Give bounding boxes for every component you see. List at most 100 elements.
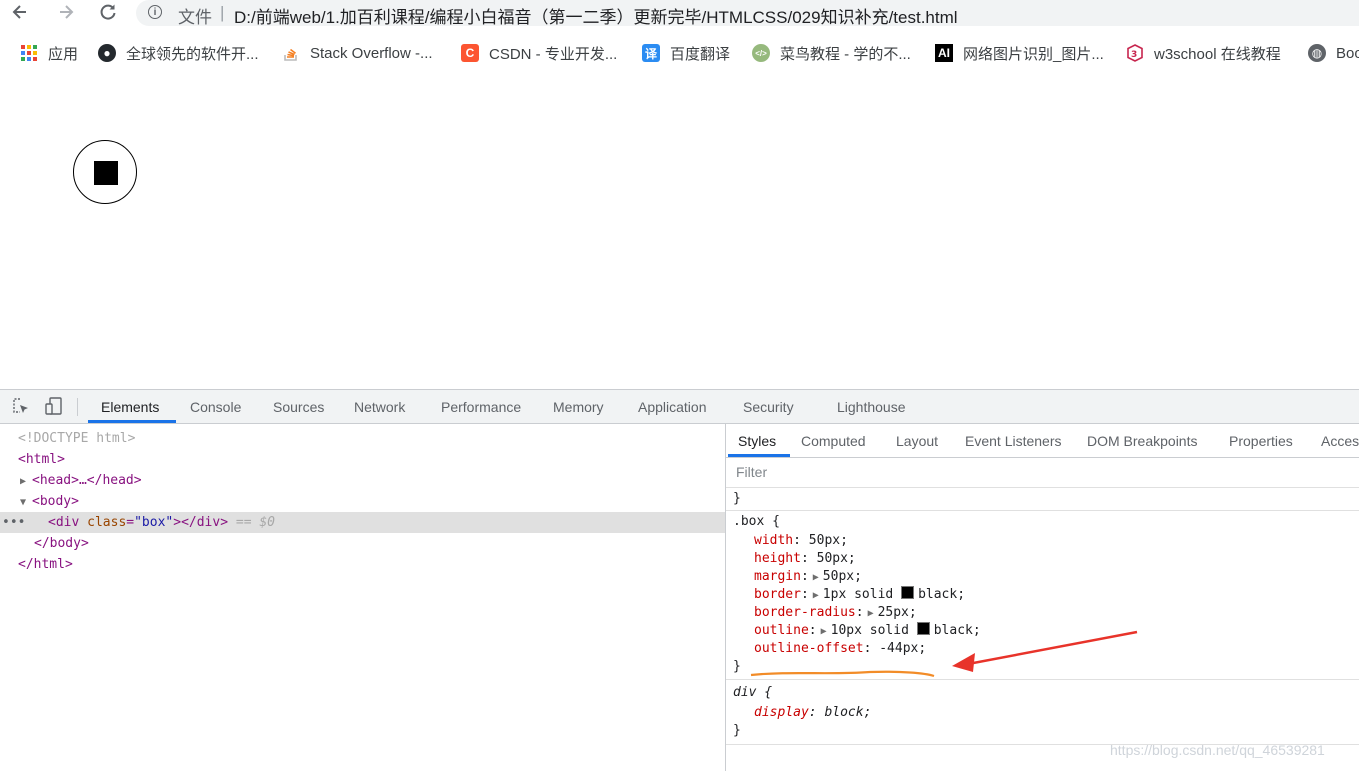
device-toggle-icon[interactable]: [45, 397, 63, 415]
expand-triangle-icon[interactable]: ▶: [817, 623, 831, 641]
arrow-left-icon[interactable]: [8, 2, 32, 24]
body-close-tag: </body>: [34, 536, 89, 551]
doctype-text: <!DOCTYPE html>: [18, 431, 136, 446]
css-prop-margin[interactable]: margin: ▶ 50px;: [754, 568, 862, 586]
html-close-tag: </html>: [18, 557, 73, 572]
expand-triangle-icon[interactable]: ▶: [0, 471, 32, 492]
box-rule-close: }: [733, 659, 741, 674]
css-prop-display[interactable]: display: block;: [754, 704, 871, 722]
elements-tree: <!DOCTYPE html> <html> ▶ <head>…</head> ▼…: [0, 424, 725, 771]
color-swatch[interactable]: [916, 622, 930, 635]
css-prop-border-radius[interactable]: border-radius: ▶ 25px;: [754, 604, 917, 622]
toolbar-divider: [77, 398, 78, 416]
tab-memory[interactable]: Memory: [553, 390, 604, 423]
css-prop-outline-offset[interactable]: outline-offset: -44px;: [754, 640, 926, 658]
bookmark-label: 百度翻译: [670, 45, 731, 63]
bookmark-runoob[interactable]: </> 菜鸟教程 - 学的不...: [752, 36, 911, 70]
div-attr-value: "box": [134, 515, 174, 530]
tab-layout[interactable]: Layout: [896, 424, 938, 457]
bookmark-apps[interactable]: 应用: [20, 36, 78, 70]
box-outline: [94, 161, 118, 185]
csdn-icon: C: [461, 44, 479, 62]
selected-marker: == $0: [235, 515, 276, 530]
expand-triangle-icon[interactable]: ▶: [809, 569, 823, 587]
dom-node-body-close[interactable]: </body>: [0, 533, 725, 554]
div-tag-name: div: [55, 515, 80, 530]
dom-node-div-box[interactable]: ••• <div class="box"></div> == $0: [0, 512, 725, 533]
css-prop-border[interactable]: border: ▶ 1px solid black;: [754, 586, 965, 604]
tab-application[interactable]: Application: [638, 390, 707, 423]
w3school-icon: 3: [1126, 44, 1144, 62]
color-swatch[interactable]: [901, 586, 915, 599]
bookmark-label: 应用: [48, 45, 79, 63]
bookmark-label: Stack Overflow -...: [310, 44, 433, 62]
tab-console[interactable]: Console: [190, 390, 241, 423]
html-open-tag: <html>: [18, 452, 65, 467]
expand-triangle-icon[interactable]: ▶: [809, 587, 823, 605]
address-bar: i 文件 | D:/前端web/1.加百利课程/编程小白福音（第一二季）更新完毕…: [0, 0, 1359, 28]
tab-event-listeners[interactable]: Event Listeners: [965, 424, 1062, 457]
dom-node-head[interactable]: ▶ <head>…</head>: [0, 470, 725, 491]
tab-security[interactable]: Security: [743, 390, 794, 423]
svg-text:3: 3: [1131, 50, 1137, 60]
bookmark-label: Boo: [1336, 44, 1359, 62]
omnibox[interactable]: i 文件 | D:/前端web/1.加百利课程/编程小白福音（第一二季）更新完毕…: [136, 0, 1359, 28]
tab-computed[interactable]: Computed: [801, 424, 866, 457]
baidu-translate-icon: 译: [642, 44, 660, 62]
bookmark-stackoverflow[interactable]: Stack Overflow -...: [282, 36, 433, 70]
bookmark-ai[interactable]: AI 网络图片识别_图片...: [935, 36, 1104, 70]
styles-tab-bar: Styles Computed Layout Event Listeners D…: [726, 424, 1359, 458]
dom-node-html[interactable]: <html>: [0, 449, 725, 470]
box-rule-selector[interactable]: .box {: [733, 513, 780, 531]
tab-properties[interactable]: Properties: [1229, 424, 1293, 457]
tab-dom-breakpoints[interactable]: DOM Breakpoints: [1087, 424, 1197, 457]
inspect-element-icon[interactable]: [12, 397, 30, 415]
div-rule-selector[interactable]: div {: [733, 684, 772, 702]
tab-sources[interactable]: Sources: [273, 390, 324, 423]
box-element[interactable]: [73, 140, 137, 204]
div-attr-name: class: [87, 515, 127, 530]
scheme-separator: |: [220, 3, 225, 22]
active-styles-tab-indicator: [728, 454, 790, 457]
head-collapsed-tag: <head>…</head>: [32, 473, 142, 488]
dom-node-doctype[interactable]: <!DOCTYPE html>: [0, 428, 725, 449]
bookmark-label: 网络图片识别_图片...: [963, 45, 1104, 63]
bookmark-csdn[interactable]: C CSDN - 专业开发...: [461, 36, 617, 70]
dom-node-html-close[interactable]: </html>: [0, 554, 725, 575]
bookmark-label: w3school 在线教程: [1154, 45, 1281, 63]
css-prop-width[interactable]: width: 50px;: [754, 532, 848, 550]
active-tab-indicator: [88, 420, 176, 423]
rule-divider: [726, 510, 1359, 511]
css-prop-height[interactable]: height: 50px;: [754, 550, 856, 568]
bookmark-boo[interactable]: ◍ Boo: [1308, 36, 1359, 70]
page-viewport: [0, 70, 1359, 389]
stackoverflow-icon: [282, 44, 300, 62]
info-icon[interactable]: i: [148, 5, 162, 19]
arrow-right-icon[interactable]: [54, 2, 78, 24]
ai-icon: AI: [935, 44, 953, 62]
styles-filter-input[interactable]: Filter: [726, 458, 1359, 488]
bookmark-baidu-translate[interactable]: 译 百度翻译: [642, 36, 730, 70]
css-prop-outline[interactable]: outline: ▶ 10px solid black;: [754, 622, 981, 640]
more-actions-icon[interactable]: •••: [2, 512, 25, 533]
bookmarks-bar: 应用 ● 全球领先的软件开... Stack Overflow -... C C…: [0, 36, 1359, 70]
collapse-triangle-icon[interactable]: ▼: [0, 492, 32, 513]
dom-node-body[interactable]: ▼ <body>: [0, 491, 725, 512]
tab-accessibility[interactable]: Acces: [1321, 424, 1359, 457]
github-icon: ●: [98, 44, 116, 62]
watermark-text: https://blog.csdn.net/qq_46539281: [1110, 742, 1325, 758]
bookmark-w3school[interactable]: 3 w3school 在线教程: [1126, 36, 1281, 70]
rule-divider: [726, 679, 1359, 680]
url-text[interactable]: D:/前端web/1.加百利课程/编程小白福音（第一二季）更新完毕/HTMLCS…: [234, 3, 958, 28]
tab-network[interactable]: Network: [354, 390, 405, 423]
bookmark-github[interactable]: ● 全球领先的软件开...: [98, 36, 259, 70]
tab-elements[interactable]: Elements: [101, 390, 159, 423]
tab-lighthouse[interactable]: Lighthouse: [837, 390, 906, 423]
filter-placeholder: Filter: [736, 464, 768, 480]
styles-sidebar: Styles Computed Layout Event Listeners D…: [725, 424, 1359, 771]
expand-triangle-icon[interactable]: ▶: [864, 605, 878, 623]
tab-performance[interactable]: Performance: [441, 390, 521, 423]
tab-styles[interactable]: Styles: [738, 424, 776, 457]
div-close-tag: ></div>: [173, 515, 229, 530]
reload-icon[interactable]: [96, 2, 120, 24]
